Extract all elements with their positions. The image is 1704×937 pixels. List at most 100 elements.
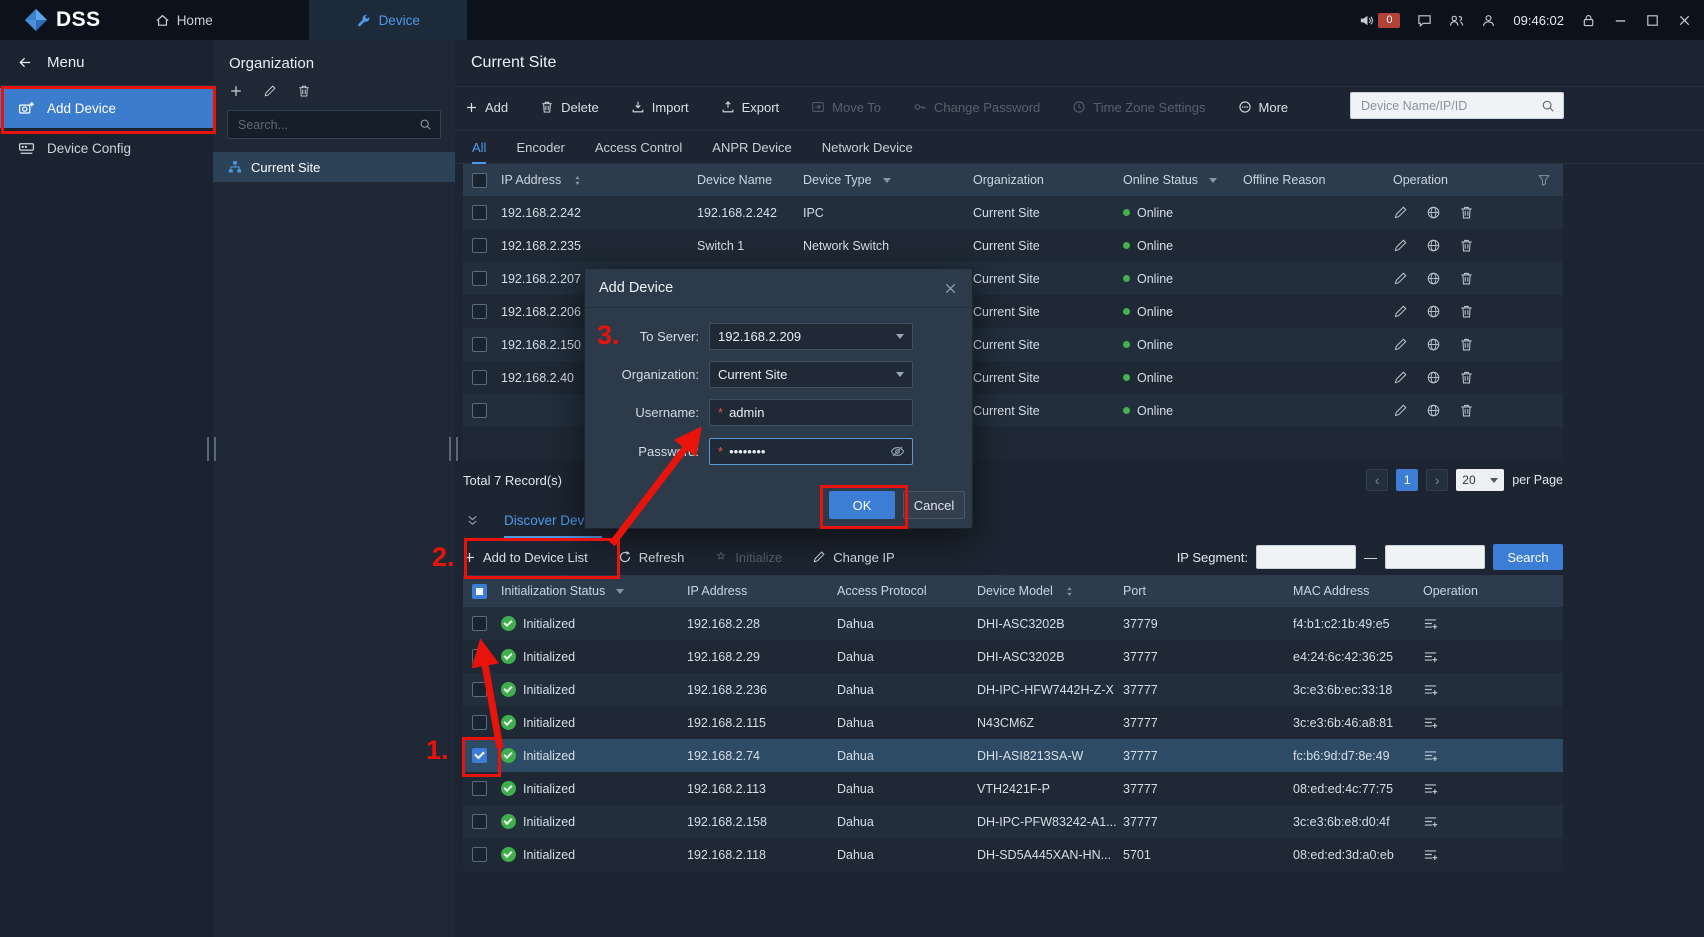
edit-icon[interactable] bbox=[1393, 370, 1408, 385]
edit-icon[interactable] bbox=[1393, 304, 1408, 319]
add-to-device-list-button[interactable]: Add to Device List bbox=[463, 550, 588, 565]
web-icon[interactable] bbox=[1426, 403, 1441, 418]
edit-icon[interactable] bbox=[1393, 205, 1408, 220]
edit-icon[interactable] bbox=[1393, 337, 1408, 352]
tree-node-current-site[interactable]: Current Site bbox=[213, 152, 455, 182]
back-arrow-icon[interactable] bbox=[18, 55, 33, 70]
row-checkbox[interactable] bbox=[472, 370, 487, 385]
select-all-checkbox[interactable] bbox=[472, 584, 487, 599]
edit-icon[interactable] bbox=[1393, 238, 1408, 253]
lock-icon[interactable] bbox=[1581, 13, 1596, 28]
add-to-list-icon[interactable] bbox=[1423, 715, 1438, 730]
import-button[interactable]: Import bbox=[631, 100, 689, 115]
delete-button[interactable]: Delete bbox=[540, 100, 599, 115]
delete-icon[interactable] bbox=[1459, 304, 1474, 319]
ip-segment-end-input[interactable] bbox=[1385, 545, 1485, 569]
current-page-button[interactable]: 1 bbox=[1396, 469, 1418, 491]
ip-segment-search-button[interactable]: Search bbox=[1493, 544, 1563, 570]
ip-segment-start-input[interactable] bbox=[1256, 545, 1356, 569]
sort-icon[interactable] bbox=[572, 175, 583, 186]
discovered-device-row[interactable]: Initialized 192.168.2.74 Dahua DHI-ASI82… bbox=[463, 739, 1563, 772]
delete-icon[interactable] bbox=[1459, 205, 1474, 220]
ok-button[interactable]: OK bbox=[829, 491, 895, 519]
panel-resize-grip[interactable] bbox=[449, 437, 458, 461]
delete-icon[interactable] bbox=[1459, 403, 1474, 418]
prev-page-button[interactable]: ‹ bbox=[1366, 469, 1388, 491]
row-checkbox[interactable] bbox=[472, 814, 487, 829]
device-type-tab[interactable]: Access Control bbox=[595, 132, 682, 164]
add-button[interactable]: Add bbox=[465, 100, 508, 115]
row-checkbox[interactable] bbox=[472, 748, 487, 763]
discovered-device-row[interactable]: Initialized 192.168.2.158 Dahua DH-IPC-P… bbox=[463, 805, 1563, 838]
filter-caret-icon[interactable] bbox=[616, 589, 624, 594]
sort-icon[interactable] bbox=[1064, 586, 1075, 597]
discovered-device-row[interactable]: Initialized 192.168.2.28 Dahua DHI-ASC32… bbox=[463, 607, 1563, 640]
export-button[interactable]: Export bbox=[721, 100, 780, 115]
web-icon[interactable] bbox=[1426, 304, 1441, 319]
filter-caret-icon[interactable] bbox=[1209, 178, 1217, 183]
web-icon[interactable] bbox=[1426, 370, 1441, 385]
edit-icon[interactable] bbox=[1393, 403, 1408, 418]
delete-org-icon[interactable] bbox=[297, 84, 311, 98]
volume-control[interactable]: 0 bbox=[1359, 13, 1400, 28]
filter-icon[interactable] bbox=[1537, 173, 1551, 187]
contacts-icon[interactable] bbox=[1449, 13, 1464, 28]
next-page-button[interactable]: › bbox=[1426, 469, 1448, 491]
move-to-button[interactable]: Move To bbox=[811, 100, 881, 115]
user-icon[interactable] bbox=[1481, 13, 1496, 28]
time-zone-settings-button[interactable]: Time Zone Settings bbox=[1072, 100, 1205, 115]
change-password-button[interactable]: Change Password bbox=[913, 100, 1040, 115]
row-checkbox[interactable] bbox=[472, 715, 487, 730]
web-icon[interactable] bbox=[1426, 238, 1441, 253]
web-icon[interactable] bbox=[1426, 205, 1441, 220]
delete-icon[interactable] bbox=[1459, 370, 1474, 385]
initialize-button[interactable]: Initialize bbox=[714, 550, 782, 565]
row-checkbox[interactable] bbox=[472, 781, 487, 796]
row-checkbox[interactable] bbox=[472, 616, 487, 631]
add-to-list-icon[interactable] bbox=[1423, 814, 1438, 829]
row-checkbox[interactable] bbox=[472, 238, 487, 253]
username-input[interactable]: * admin bbox=[709, 399, 913, 426]
add-to-list-icon[interactable] bbox=[1423, 847, 1438, 862]
dialog-close-icon[interactable] bbox=[943, 281, 958, 296]
delete-icon[interactable] bbox=[1459, 238, 1474, 253]
refresh-button[interactable]: Refresh bbox=[618, 550, 685, 565]
device-row[interactable]: 192.168.2.235 Switch 1 Network Switch Cu… bbox=[463, 229, 1563, 262]
discovered-device-row[interactable]: Initialized 192.168.2.113 Dahua VTH2421F… bbox=[463, 772, 1563, 805]
row-checkbox[interactable] bbox=[472, 682, 487, 697]
cancel-button[interactable]: Cancel bbox=[903, 491, 965, 519]
tab-device[interactable]: Device bbox=[309, 0, 467, 40]
add-to-list-icon[interactable] bbox=[1423, 616, 1438, 631]
org-search-input[interactable] bbox=[236, 117, 413, 133]
delete-icon[interactable] bbox=[1459, 271, 1474, 286]
search-icon[interactable] bbox=[1541, 99, 1555, 113]
close-button[interactable] bbox=[1677, 13, 1692, 28]
device-search-input[interactable] bbox=[1359, 98, 1535, 114]
filter-caret-icon[interactable] bbox=[883, 178, 891, 183]
message-icon[interactable] bbox=[1417, 13, 1432, 28]
device-type-tab[interactable]: ANPR Device bbox=[712, 132, 791, 164]
change-ip-button[interactable]: Change IP bbox=[812, 550, 894, 565]
search-icon[interactable] bbox=[419, 118, 432, 131]
row-checkbox[interactable] bbox=[472, 847, 487, 862]
web-icon[interactable] bbox=[1426, 271, 1441, 286]
edit-icon[interactable] bbox=[1393, 271, 1408, 286]
device-type-tab[interactable]: Encoder bbox=[516, 132, 564, 164]
password-input[interactable]: * •••••••• bbox=[709, 438, 913, 465]
web-icon[interactable] bbox=[1426, 337, 1441, 352]
panel-resize-grip[interactable] bbox=[207, 437, 216, 461]
organization-select[interactable]: Current Site bbox=[709, 361, 913, 388]
delete-icon[interactable] bbox=[1459, 337, 1474, 352]
add-to-list-icon[interactable] bbox=[1423, 748, 1438, 763]
row-checkbox[interactable] bbox=[472, 205, 487, 220]
discovered-device-row[interactable]: Initialized 192.168.2.29 Dahua DHI-ASC32… bbox=[463, 640, 1563, 673]
row-checkbox[interactable] bbox=[472, 271, 487, 286]
add-to-list-icon[interactable] bbox=[1423, 682, 1438, 697]
sidebar-item-device-config[interactable]: Device Config bbox=[0, 128, 213, 168]
discovered-device-row[interactable]: Initialized 192.168.2.118 Dahua DH-SD5A4… bbox=[463, 838, 1563, 871]
device-type-tab[interactable]: All bbox=[472, 132, 486, 164]
collapse-chevrons-icon[interactable] bbox=[465, 513, 480, 528]
device-row[interactable]: 192.168.2.242 192.168.2.242 IPC Current … bbox=[463, 196, 1563, 229]
eye-off-icon[interactable] bbox=[890, 444, 905, 459]
edit-org-icon[interactable] bbox=[263, 84, 277, 98]
